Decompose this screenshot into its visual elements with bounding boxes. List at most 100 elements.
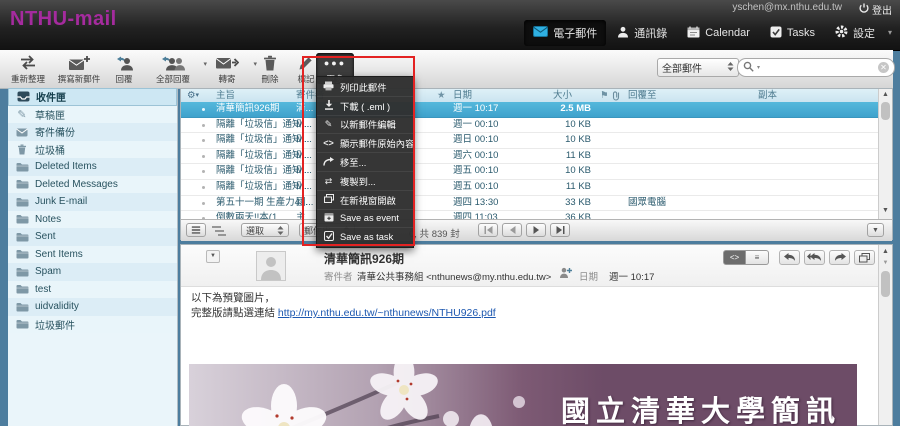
newsletter-link[interactable]: http://my.nthu.edu.tw/~nthunews/NTHU926.… (278, 307, 496, 319)
folder-test[interactable]: test (8, 281, 177, 299)
folder-uidvalidity[interactable]: uidvalidity (8, 298, 177, 316)
menu-item-copy-to[interactable]: ⇄複製到... (317, 171, 413, 190)
message-row[interactable]: 隔離「垃圾信」通知...M...週五 00:1011 KB (181, 180, 878, 196)
updown-arrows-icon (727, 62, 734, 74)
open-new-window-button[interactable] (854, 250, 875, 265)
delete-label: 刪除 (261, 74, 278, 84)
list-options-gear-icon[interactable]: ⚙ ▾ (187, 89, 196, 102)
scrollbar-thumb[interactable] (881, 102, 890, 120)
folder-deleted-items[interactable]: Deleted Items (8, 158, 177, 176)
message-row-selected[interactable]: 清華簡訊926期清...週一 10:172.5 MB (181, 102, 878, 118)
forward-label: 轉寄 (218, 74, 235, 84)
prev-page-button[interactable] (502, 223, 522, 237)
folder-sent-items[interactable]: Sent Items (8, 246, 177, 264)
mail-filter-select[interactable]: 全部郵件 (657, 58, 739, 77)
flag-icon[interactable]: ⚑ (600, 89, 609, 102)
forward-quick-button[interactable] (829, 250, 850, 265)
forward-button[interactable]: 轉寄 ▾ (204, 53, 250, 84)
list-mode-button[interactable] (186, 223, 206, 237)
reply-all-quick-button[interactable] (804, 250, 825, 265)
tab-calendar[interactable]: Calendar (678, 21, 759, 46)
menu-item-save-as-event[interactable]: Save as event (317, 209, 413, 228)
calendar-plus-icon (322, 212, 335, 224)
download-icon (322, 100, 335, 112)
scroll-up-icon[interactable]: ▲ (879, 248, 892, 255)
message-row[interactable]: 隔離「垃圾信」通知...M...週五 00:1010 KB (181, 164, 878, 180)
last-page-button[interactable] (550, 223, 570, 237)
reply-button[interactable]: 回覆 (102, 53, 146, 84)
menu-item-download[interactable]: 下載 ( .eml ) (317, 96, 413, 115)
taskbar-collapse-caret-icon[interactable]: ▾ (886, 28, 896, 39)
compose-button[interactable]: 撰寫新郵件 (50, 53, 108, 84)
folder-junk-email[interactable]: Junk E-mail (8, 193, 177, 211)
top-bar: yschen@mx.nthu.edu.tw 登出 NTHU-mail 電子郵件 … (0, 0, 900, 51)
menu-item-save-as-task[interactable]: Save as task (317, 227, 413, 246)
preview-scrollbar[interactable]: ▲ ▼ (878, 245, 892, 425)
folder-junk-mail[interactable]: 垃圾郵件 (8, 316, 177, 334)
reply-all-button[interactable]: 全部回覆 ▾ (146, 53, 200, 84)
scrollbar-thumb[interactable] (881, 271, 890, 297)
text-view-icon[interactable]: ≡ (746, 250, 769, 265)
search-scope-caret-icon[interactable]: ▾ (757, 64, 760, 71)
folder-drafts[interactable]: ✎草稿匣 (8, 106, 177, 124)
column-replyto[interactable]: 回覆至 (628, 89, 657, 102)
tab-settings[interactable]: 設定 (826, 20, 884, 46)
reply-quick-button[interactable] (779, 250, 800, 265)
date-cell: 週五 00:10 (453, 164, 498, 178)
scroll-menu-caret-icon[interactable]: ▼ (879, 260, 892, 266)
column-cc[interactable]: 副本 (758, 89, 777, 102)
folder-trash[interactable]: 垃圾桶 (8, 141, 177, 159)
html-view-icon[interactable]: <> (723, 250, 746, 265)
scroll-down-icon[interactable]: ▼ (879, 207, 892, 214)
folder-icon (15, 232, 29, 242)
tab-contacts[interactable]: 通訊錄 (608, 20, 676, 46)
folder-spam[interactable]: Spam (8, 263, 177, 281)
tab-tasks[interactable]: Tasks (761, 21, 824, 46)
copy-icon: ⇄ (322, 176, 335, 186)
message-count: 0, 共 839 封 (409, 226, 460, 240)
logout-button[interactable]: 登出 (859, 2, 892, 17)
thread-mode-icon[interactable] (211, 224, 226, 242)
column-subject[interactable]: 主旨 (216, 89, 235, 102)
search-box[interactable]: ▾ ✕ (737, 58, 895, 77)
move-icon (322, 157, 335, 168)
folder-notes[interactable]: Notes (8, 211, 177, 229)
menu-item-view-source[interactable]: <>顯示郵件原始內容 (317, 133, 413, 152)
list-scrollbar[interactable]: ▲ ▼ (878, 89, 892, 219)
folder-icon (15, 197, 29, 207)
view-mode-toggle[interactable]: <> ≡ (723, 250, 769, 265)
column-date[interactable]: 日期 (453, 89, 472, 102)
menu-item-print[interactable]: 列印此郵件 (317, 78, 413, 96)
star-icon[interactable]: ★ (437, 89, 446, 102)
headers-toggle-caret-icon[interactable]: ▼ (206, 250, 220, 263)
body-line-1: 以下為預覽圖片， (191, 290, 275, 305)
menu-item-edit-as-new[interactable]: ✎以新郵件編輯 (317, 115, 413, 134)
power-icon (859, 3, 869, 16)
refresh-button[interactable]: 重新整理 (6, 53, 50, 84)
menu-item-open-new-window[interactable]: 在新視窗開啟 (317, 190, 413, 209)
sender-cell: M... (296, 164, 312, 178)
message-row[interactable]: 隔離「垃圾信」通知...M...週六 00:1011 KB (181, 149, 878, 165)
edit-icon: ✎ (322, 119, 335, 129)
message-row[interactable]: 隔離「垃圾信」通知...M...週日 00:1010 KB (181, 133, 878, 149)
folder-sent[interactable]: Sent (8, 228, 177, 246)
first-page-button[interactable] (478, 223, 498, 237)
folder-deleted-messages[interactable]: Deleted Messages (8, 176, 177, 194)
message-row[interactable]: 第五十一期 生產力4...國...週四 13:3033 KB國眾電腦 (181, 196, 878, 212)
search-input[interactable] (763, 61, 875, 74)
scroll-up-icon[interactable]: ▲ (879, 91, 892, 98)
sent-mail-icon (15, 127, 29, 137)
message-row[interactable]: 隔離「垃圾信」通知...M...週一 00:1010 KB (181, 118, 878, 134)
collapse-preview-icon[interactable]: ▼ (867, 223, 884, 237)
folder-inbox[interactable]: 收件匣 (8, 88, 177, 106)
add-contact-icon[interactable] (559, 267, 572, 282)
search-clear-icon[interactable]: ✕ (878, 62, 889, 73)
select-dropdown-button[interactable]: 選取 (241, 223, 289, 237)
tab-mail[interactable]: 電子郵件 (524, 20, 606, 46)
compose-label: 撰寫新郵件 (58, 74, 101, 84)
mail-toolbar: 重新整理 撰寫新郵件 回覆 全部回覆 ▾ 轉寄 ▾ 刪除 標記 ▾ (0, 50, 893, 89)
folder-sent-copy[interactable]: 寄件備份 (8, 123, 177, 141)
menu-item-move-to[interactable]: 移至... (317, 152, 413, 171)
column-size[interactable]: 大小 (553, 89, 572, 102)
next-page-button[interactable] (526, 223, 546, 237)
